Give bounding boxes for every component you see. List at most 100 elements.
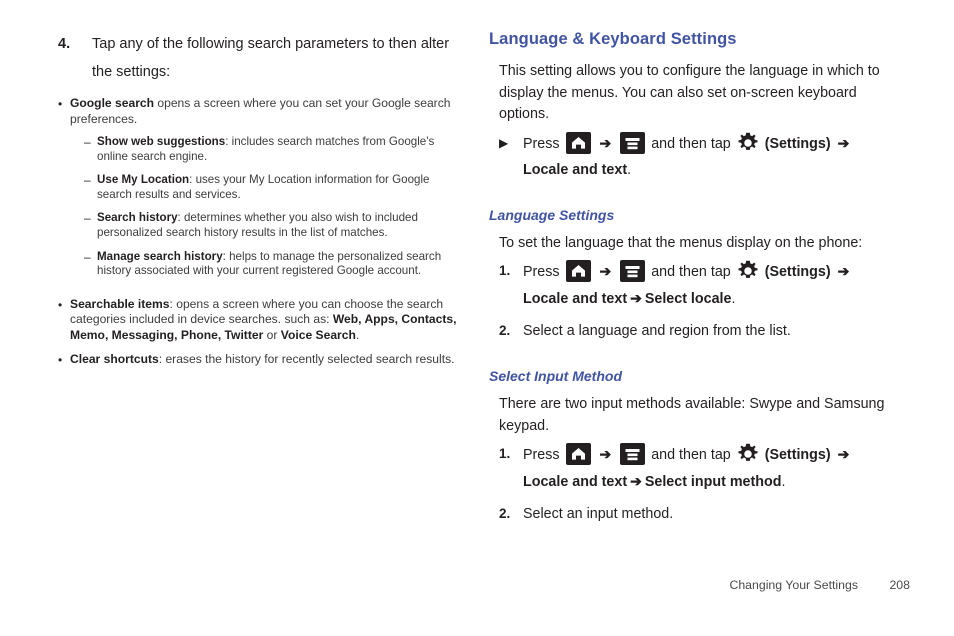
footer-chapter-label: Changing Your Settings bbox=[729, 578, 858, 592]
list-item: – Manage search history: helps to manage… bbox=[84, 250, 458, 279]
list-item-term: Search history bbox=[97, 211, 178, 225]
bullet-marker-icon: • bbox=[58, 297, 63, 312]
subsection-lead-text: To set the language that the menus displ… bbox=[499, 234, 863, 251]
procedure-step: ▶ Press ➔ and then tap (Settings) ➔ Loca… bbox=[489, 130, 909, 183]
list-item-term: Clear shortcuts bbox=[70, 352, 159, 367]
step-number: 1. bbox=[499, 446, 511, 461]
gear-icon[interactable] bbox=[737, 132, 759, 154]
settings-label: (Settings) bbox=[764, 264, 831, 280]
numbered-step-4: 4. Tap any of the following search param… bbox=[58, 30, 458, 86]
list-item: – Show web suggestions: includes search … bbox=[84, 135, 458, 164]
list-item-term: Show web suggestions bbox=[97, 135, 226, 148]
intro-procedure: ▶ Press ➔ and then tap (Settings) ➔ Loca… bbox=[489, 130, 909, 183]
page-title: Language & Keyboard Settings bbox=[489, 30, 737, 48]
middle-label: and then tap bbox=[651, 264, 731, 280]
arrow-icon: ➔ bbox=[599, 263, 612, 279]
step-number: 2. bbox=[499, 323, 511, 338]
list-item: – Search history: determines whether you… bbox=[84, 211, 458, 240]
list-item-text: Google search opens a screen where you c… bbox=[70, 96, 458, 288]
arrow-icon: ➔ bbox=[599, 446, 612, 462]
dash-marker-icon: – bbox=[84, 211, 91, 226]
gear-icon[interactable] bbox=[737, 443, 759, 465]
menu-path-item: Select locale bbox=[644, 291, 732, 307]
settings-label: (Settings) bbox=[764, 447, 831, 463]
subsection-lead-text: There are two input methods available: S… bbox=[499, 396, 885, 434]
list-item-text: Show web suggestions: includes search ma… bbox=[97, 135, 458, 164]
search-parameters-list: • Google search opens a screen where you… bbox=[58, 96, 458, 369]
list-item-term: Google search bbox=[70, 96, 155, 110]
subsection-title-language-settings: Language Settings bbox=[489, 206, 615, 223]
list-item: • Google search opens a screen where you… bbox=[58, 96, 458, 288]
press-label: Press bbox=[523, 447, 560, 463]
manual-page: 4. Tap any of the following search param… bbox=[0, 0, 954, 636]
procedure-step-text: Press ➔ and then tap (Settings) ➔ Locale… bbox=[523, 258, 909, 312]
procedure-step: 1. Press ➔ and then tap (Settings) ➔ Loc… bbox=[489, 258, 909, 312]
arrow-icon: ➔ bbox=[599, 134, 612, 151]
period: . bbox=[627, 161, 632, 178]
menu-path-item: Locale and text bbox=[523, 291, 628, 307]
step-number: 4. bbox=[58, 36, 71, 52]
procedure-step-text: Press ➔ and then tap (Settings) ➔ Locale… bbox=[523, 130, 909, 183]
home-icon[interactable] bbox=[565, 443, 591, 465]
step-number: 1. bbox=[499, 263, 511, 278]
list-item-term: Manage search history bbox=[97, 249, 223, 263]
period: . bbox=[731, 291, 736, 307]
procedure-step: 2. Select a language and region from the… bbox=[489, 318, 909, 344]
press-label: Press bbox=[523, 135, 560, 152]
procedure-step: 1. Press ➔ and then tap (Settings) ➔ Loc… bbox=[489, 441, 909, 495]
subsection-title-select-input-method: Select Input Method bbox=[489, 368, 622, 384]
language-settings-procedure: 1. Press ➔ and then tap (Settings) ➔ Loc… bbox=[489, 258, 909, 344]
list-item: – Use My Location: uses your My Location… bbox=[84, 173, 458, 202]
menu-path-item: Locale and text bbox=[523, 474, 628, 490]
list-item-text: Manage search history: helps to manage t… bbox=[97, 250, 458, 279]
right-column: Language & Keyboard Settings This settin… bbox=[489, 30, 909, 533]
arrow-icon: ➔ bbox=[837, 134, 850, 151]
list-item-term: Searchable items bbox=[70, 296, 170, 311]
home-icon[interactable] bbox=[565, 131, 591, 154]
list-item-text: Searchable items: opens a screen where y… bbox=[70, 297, 458, 344]
home-icon[interactable] bbox=[565, 260, 591, 282]
triangle-marker-icon: ▶ bbox=[499, 135, 509, 150]
press-label: Press bbox=[523, 264, 560, 280]
dash-marker-icon: – bbox=[84, 135, 91, 149]
step-number: 2. bbox=[499, 506, 511, 521]
procedure-step-text: Select an input method. bbox=[523, 506, 674, 522]
select-input-method-procedure: 1. Press ➔ and then tap (Settings) ➔ Loc… bbox=[489, 441, 909, 527]
list-item-text: Use My Location: uses your My Location i… bbox=[97, 173, 458, 202]
list-item-term: Use My Location bbox=[97, 173, 190, 187]
arrow-icon: ➔ bbox=[837, 263, 850, 279]
searchable-category-last: Voice Search bbox=[280, 327, 356, 342]
arrow-icon: ➔ bbox=[837, 446, 850, 462]
list-item: • Searchable items: opens a screen where… bbox=[58, 297, 458, 344]
menu-icon[interactable] bbox=[620, 443, 646, 465]
arrow-icon: ➔ bbox=[630, 290, 642, 306]
gear-icon[interactable] bbox=[737, 260, 759, 282]
bullet-marker-icon: • bbox=[58, 353, 63, 368]
middle-label: and then tap bbox=[651, 135, 731, 152]
list-item-desc: : erases the history for recently select… bbox=[158, 352, 455, 367]
list-item: • Clear shortcuts: erases the history fo… bbox=[58, 352, 458, 369]
dash-marker-icon: – bbox=[84, 173, 91, 188]
list-item-text: Search history: determines whether you a… bbox=[97, 211, 458, 240]
menu-icon[interactable] bbox=[620, 131, 646, 154]
footer-page-number: 208 bbox=[889, 578, 910, 592]
menu-path-item: Select input method bbox=[644, 474, 782, 490]
left-column: 4. Tap any of the following search param… bbox=[58, 30, 458, 378]
settings-label: (Settings) bbox=[764, 135, 831, 152]
section-intro-text: This setting allows you to configure the… bbox=[499, 63, 880, 122]
page-footer: Changing Your Settings 208 bbox=[0, 578, 954, 598]
google-search-sub-list: – Show web suggestions: includes search … bbox=[70, 135, 458, 279]
procedure-step: 2. Select an input method. bbox=[489, 501, 909, 527]
procedure-step-text: Press ➔ and then tap (Settings) ➔ Locale… bbox=[523, 441, 909, 495]
arrow-icon: ➔ bbox=[630, 473, 642, 489]
list-item-text: Clear shortcuts: erases the history for … bbox=[70, 352, 458, 368]
menu-path-item: Locale and text bbox=[523, 161, 628, 178]
step-text: Tap any of the following search paramete… bbox=[92, 36, 450, 80]
dash-marker-icon: – bbox=[84, 249, 91, 264]
middle-label: and then tap bbox=[651, 447, 731, 463]
procedure-step-text: Select a language and region from the li… bbox=[523, 323, 791, 339]
menu-icon[interactable] bbox=[620, 260, 646, 282]
period: . bbox=[781, 474, 786, 490]
tail-conjunction: or bbox=[263, 327, 281, 342]
bullet-marker-icon: • bbox=[58, 97, 63, 111]
